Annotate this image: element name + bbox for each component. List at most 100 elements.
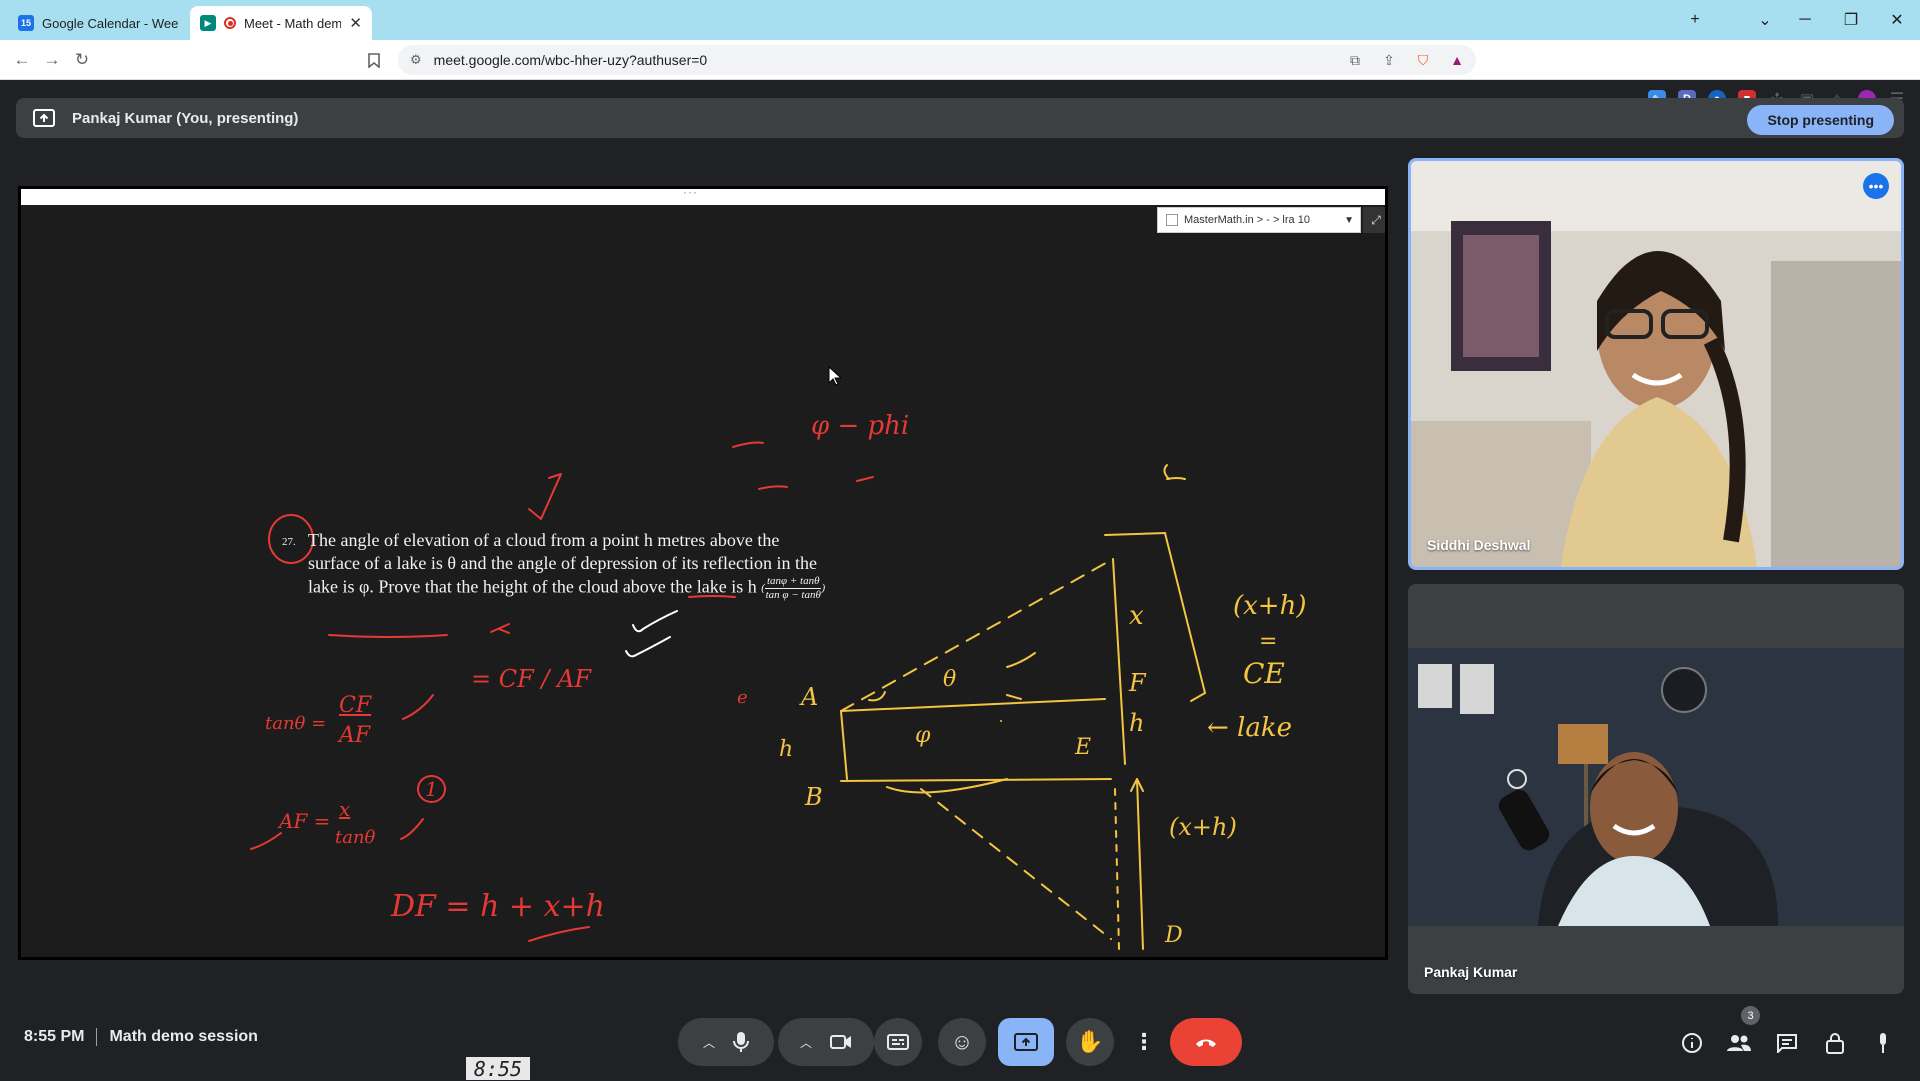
meet-icon: ▶ bbox=[200, 15, 216, 31]
tab-title: Meet - Math demo bbox=[244, 15, 342, 31]
open-in-new-icon[interactable]: ⧉ bbox=[1344, 49, 1366, 71]
captions-button[interactable] bbox=[874, 1018, 922, 1066]
x-plus-h-top: (x+h) bbox=[1233, 591, 1307, 621]
stop-presenting-button[interactable]: Stop presenting bbox=[1747, 105, 1894, 135]
white-check-1 bbox=[632, 610, 678, 633]
participant-tile-pankaj[interactable]: Pankaj Kumar bbox=[1408, 584, 1904, 994]
meeting-info-icon[interactable] bbox=[1679, 1030, 1705, 1056]
sightline-down bbox=[920, 788, 1112, 940]
red-arrow-mark bbox=[528, 473, 562, 520]
cf-numerator: CF bbox=[339, 693, 372, 718]
label-h-left: h bbox=[779, 737, 794, 762]
people-icon[interactable] bbox=[1726, 1030, 1752, 1056]
end-call-icon bbox=[1196, 1039, 1216, 1047]
reactions-button[interactable]: ☺ bbox=[938, 1018, 986, 1066]
x-numerator: x bbox=[339, 797, 351, 821]
meeting-title: Math demo session bbox=[109, 1028, 258, 1045]
close-tab-icon[interactable]: ✕ bbox=[349, 14, 362, 32]
recording-icon bbox=[224, 17, 236, 29]
leave-call-button[interactable] bbox=[1170, 1018, 1242, 1066]
label-b: B bbox=[805, 783, 823, 811]
tab-meet[interactable]: ▶ Meet - Math demo ✕ bbox=[190, 6, 372, 40]
browser-toolbar: ← → ↻ ⚙ meet.google.com/wbc-hher-uzy?aut… bbox=[0, 40, 1920, 108]
back-icon[interactable]: ← bbox=[8, 46, 36, 74]
current-time: 8:55 PM bbox=[24, 1028, 85, 1045]
tab-google-calendar[interactable]: 15 Google Calendar - Week o bbox=[8, 6, 188, 40]
raise-hand-button[interactable]: ✋ bbox=[1066, 1018, 1114, 1066]
left-pole bbox=[840, 710, 848, 780]
red-underline-bottom bbox=[528, 926, 590, 942]
calendar-icon: 15 bbox=[18, 15, 34, 31]
more-options-icon[interactable]: ••• bbox=[1863, 173, 1889, 199]
af-denominator: AF bbox=[339, 723, 371, 748]
camera-icon[interactable] bbox=[830, 1034, 852, 1050]
minimize-icon[interactable]: ─ bbox=[1782, 0, 1828, 40]
fraction-denominator: tan φ − tanθ bbox=[765, 589, 821, 601]
label-theta: θ bbox=[943, 667, 957, 692]
hand-icon: ✋ bbox=[1076, 1029, 1104, 1054]
horizontal-line bbox=[840, 698, 1106, 712]
brave-shield-icon[interactable]: ⛉ bbox=[1412, 49, 1434, 71]
participant-tile-siddhi[interactable]: ••• Siddhi Deshwal bbox=[1408, 158, 1904, 570]
yellow-check bbox=[1006, 652, 1036, 668]
label-phi: φ bbox=[915, 723, 931, 748]
forward-icon[interactable]: → bbox=[38, 46, 66, 74]
red-check-3 bbox=[400, 818, 424, 840]
label-x: x bbox=[1129, 601, 1144, 631]
chevron-up-icon[interactable]: ︿ bbox=[703, 1034, 715, 1051]
host-controls-icon[interactable] bbox=[1822, 1030, 1848, 1056]
restore-icon[interactable]: ❐ bbox=[1828, 0, 1874, 40]
ce-label: CE bbox=[1243, 657, 1285, 690]
microphone-icon[interactable] bbox=[733, 1031, 749, 1053]
more-vert-icon: ⋮ bbox=[1133, 1029, 1155, 1054]
activities-icon[interactable] bbox=[1870, 1030, 1896, 1056]
emoji-icon: ☺ bbox=[950, 1029, 974, 1054]
label-f: F bbox=[1129, 669, 1146, 697]
df-equation: DF = h + x+h bbox=[391, 889, 605, 924]
present-screen-icon bbox=[32, 108, 56, 128]
new-tab-icon[interactable]: + bbox=[1672, 0, 1718, 40]
lake-label: ← lake bbox=[1207, 713, 1293, 743]
more-options-button[interactable]: ⋮ bbox=[1128, 1018, 1160, 1066]
divider bbox=[96, 1028, 98, 1046]
reflection-line bbox=[1136, 778, 1144, 950]
meeting-details: 8:55 PM Math demo session bbox=[24, 1028, 258, 1046]
people-count-badge: 3 bbox=[1741, 1006, 1760, 1025]
tab-strip: 15 Google Calendar - Week o ▶ Meet - Mat… bbox=[0, 0, 1920, 40]
address-bar[interactable]: ⚙ meet.google.com/wbc-hher-uzy?authuser=… bbox=[398, 45, 1476, 75]
phi-annotation: φ − phi bbox=[811, 411, 910, 441]
camera-control[interactable]: ︿ bbox=[778, 1018, 874, 1066]
fraction-numerator: tanφ + tanθ bbox=[764, 575, 822, 589]
reload-icon[interactable]: ↻ bbox=[68, 46, 96, 74]
lake-line bbox=[840, 778, 1112, 782]
chat-icon[interactable] bbox=[1774, 1030, 1800, 1056]
presenting-text: Pankaj Kumar (You, presenting) bbox=[72, 109, 299, 127]
label-d: D bbox=[1165, 923, 1183, 948]
af-lhs: AF = bbox=[279, 809, 331, 833]
share-icon[interactable]: ⇪ bbox=[1378, 49, 1400, 71]
microphone-control[interactable]: ︿ bbox=[678, 1018, 774, 1066]
red-tick-arrow bbox=[490, 623, 510, 634]
label-a: A bbox=[801, 683, 819, 711]
chevron-up-icon[interactable]: ︿ bbox=[800, 1034, 812, 1051]
tower-line bbox=[1112, 558, 1126, 765]
red-check-2 bbox=[250, 832, 282, 850]
close-window-icon[interactable]: ✕ bbox=[1874, 0, 1920, 40]
mouse-pointer-icon bbox=[828, 365, 843, 391]
clock-widget: 8:55 bbox=[466, 1057, 530, 1081]
answer-fraction: (tanφ + tanθ tan φ − tanθ) bbox=[761, 575, 826, 601]
pankaj-video bbox=[1408, 584, 1904, 994]
label-e: E bbox=[1075, 735, 1092, 760]
url-text: meet.google.com/wbc-hher-uzy?authuser=0 bbox=[433, 52, 708, 68]
present-now-button[interactable] bbox=[998, 1018, 1054, 1066]
red-dash-marks bbox=[732, 441, 874, 490]
bookmark-icon[interactable] bbox=[360, 46, 388, 74]
problem-number: 27. bbox=[282, 536, 296, 548]
participant-name: Pankaj Kumar bbox=[1424, 964, 1518, 980]
brave-rewards-icon[interactable]: ▲ bbox=[1446, 49, 1468, 71]
x-plus-h-bottom: (x+h) bbox=[1169, 813, 1237, 841]
tan-theta-denominator: tanθ bbox=[335, 827, 376, 848]
site-info-icon[interactable]: ⚙ bbox=[410, 52, 422, 68]
siddhi-video bbox=[1411, 161, 1901, 567]
e-mark: e bbox=[737, 687, 748, 708]
